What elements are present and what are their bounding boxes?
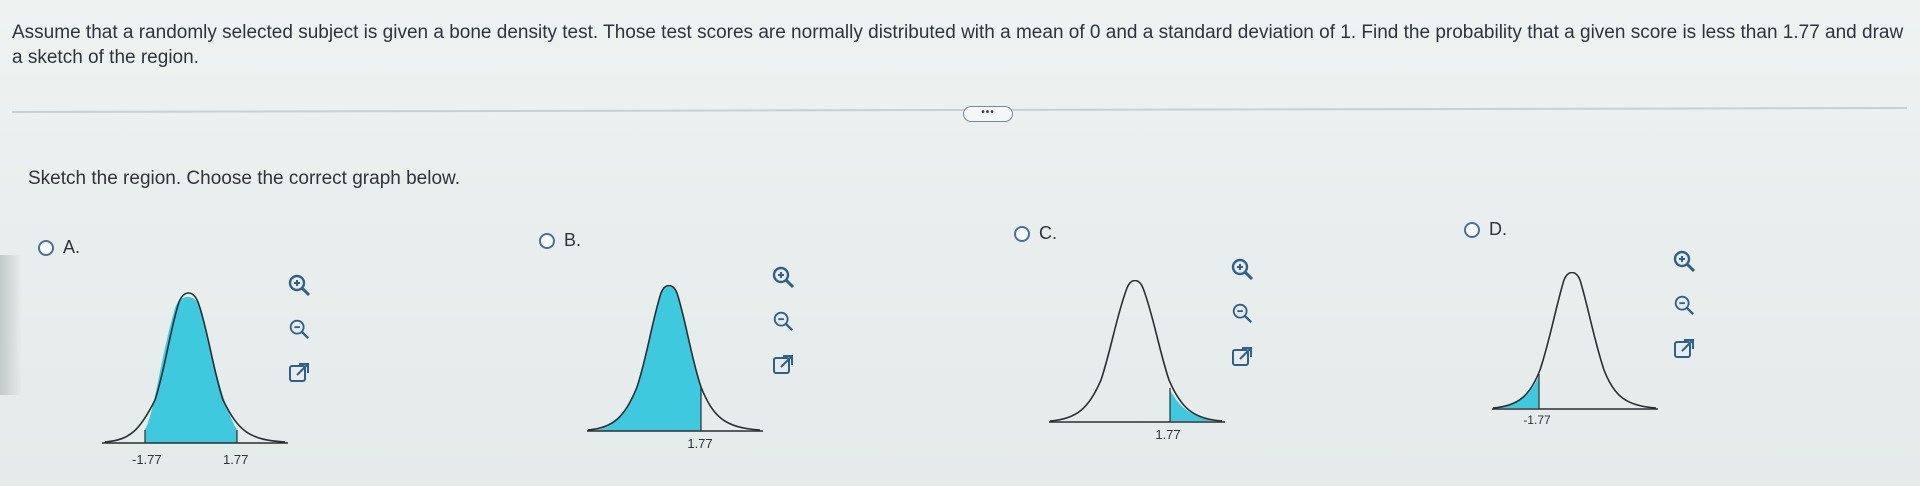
popout-icon[interactable] xyxy=(1669,334,1699,364)
option-d-letter: D. xyxy=(1489,219,1507,239)
tick-label: -1.77 xyxy=(132,452,162,467)
shaded-region xyxy=(145,296,237,443)
option-c[interactable]: C. xyxy=(1014,223,1057,244)
shaded-region xyxy=(1170,390,1222,421)
divider xyxy=(11,107,1907,113)
graph-b: 1.77 xyxy=(587,285,763,451)
zoom-out-icon[interactable] xyxy=(1669,290,1699,320)
normal-curve xyxy=(1492,272,1657,409)
popout-icon[interactable] xyxy=(1227,342,1257,372)
radio-c[interactable] xyxy=(1014,225,1030,242)
option-b[interactable]: B. xyxy=(539,230,581,251)
option-d[interactable]: D. xyxy=(1464,219,1507,240)
option-c-letter: C. xyxy=(1039,223,1057,243)
option-a[interactable]: A. xyxy=(38,237,80,258)
tick-label: 1.77 xyxy=(687,436,712,451)
more-button[interactable]: ••• xyxy=(963,106,1013,122)
scroll-edge xyxy=(0,255,22,395)
zoom-in-icon[interactable] xyxy=(1669,246,1699,276)
shaded-region xyxy=(1493,376,1539,408)
zoom-out-icon[interactable] xyxy=(284,314,314,344)
popout-icon[interactable] xyxy=(284,358,314,388)
tick-label: 1.77 xyxy=(223,452,248,467)
zoom-in-icon[interactable] xyxy=(1227,254,1257,284)
zoom-in-icon[interactable] xyxy=(284,270,314,300)
graph-c-tools xyxy=(1227,254,1257,372)
zoom-out-icon[interactable] xyxy=(768,306,798,336)
graph-b-tools xyxy=(768,262,798,380)
graph-c: 1.77 xyxy=(1049,280,1225,442)
option-a-letter: A. xyxy=(63,237,81,257)
radio-b[interactable] xyxy=(539,232,555,249)
tick-label: 1.77 xyxy=(1155,427,1180,442)
graph-d: -1.77 xyxy=(1492,272,1658,427)
question-text: Assume that a randomly selected subject … xyxy=(12,22,1904,68)
normal-curve xyxy=(1049,280,1223,422)
graph-d-tools xyxy=(1669,246,1699,364)
instruction-text: Sketch the region. Choose the correct gr… xyxy=(28,168,460,189)
graph-a: -1.77 1.77 xyxy=(102,292,288,467)
tick-label: -1.77 xyxy=(1523,413,1551,427)
zoom-in-icon[interactable] xyxy=(768,262,798,292)
popout-icon[interactable] xyxy=(768,350,798,380)
zoom-out-icon[interactable] xyxy=(1227,298,1257,328)
radio-d[interactable] xyxy=(1464,221,1480,238)
graph-a-tools xyxy=(284,270,314,388)
option-b-letter: B. xyxy=(564,230,582,250)
radio-a[interactable] xyxy=(38,239,54,256)
